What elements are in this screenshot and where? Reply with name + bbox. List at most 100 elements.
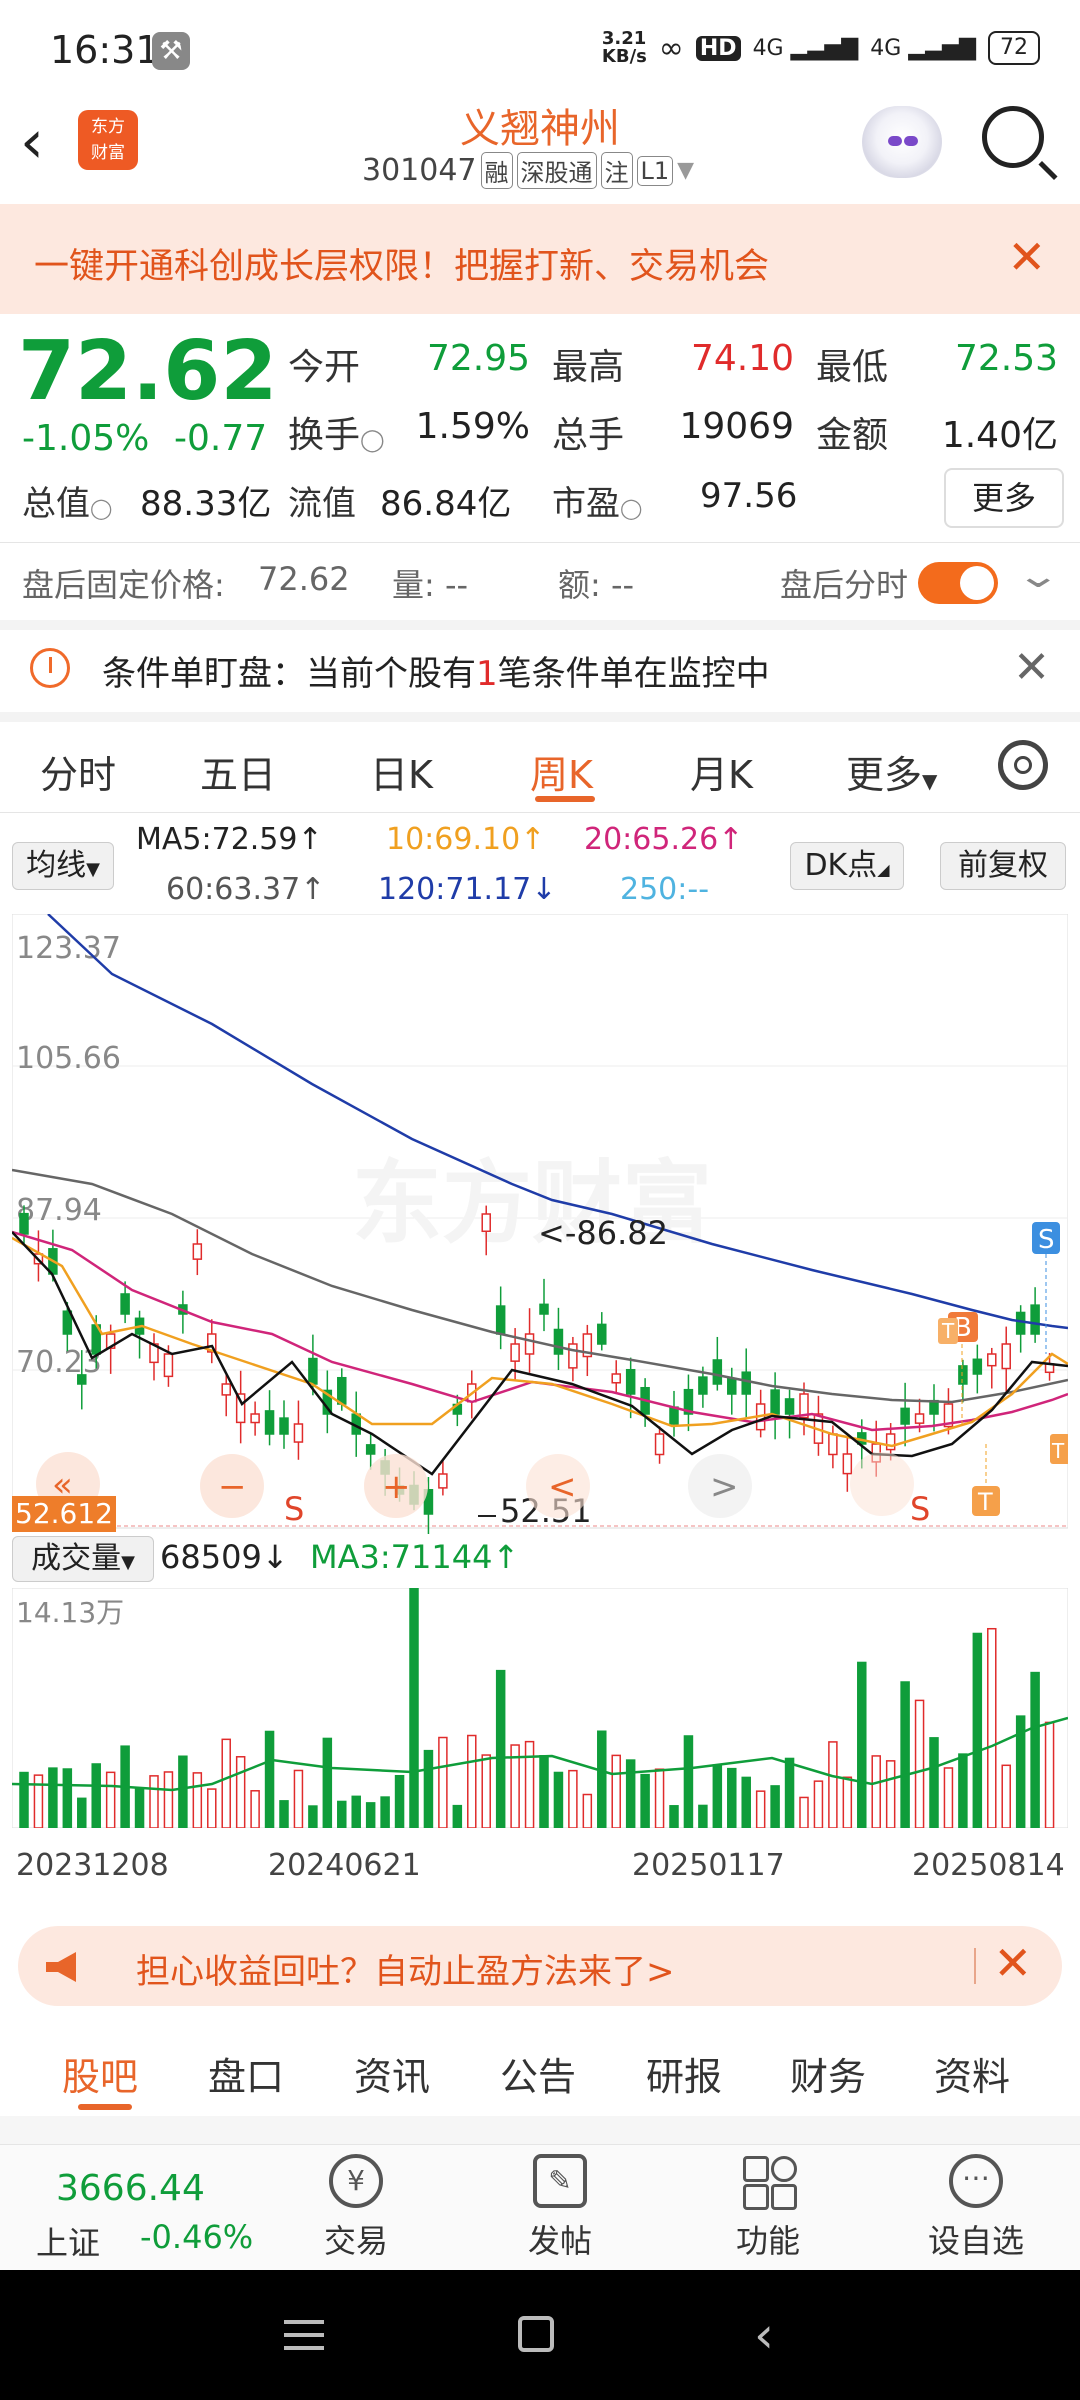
home-icon[interactable] <box>518 2316 554 2352</box>
volume-bar <box>784 1757 795 1828</box>
tab-daily-k[interactable]: 日K <box>370 744 433 799</box>
tab-more[interactable]: 更多▼ <box>846 744 937 799</box>
volume-bar <box>308 1805 318 1828</box>
volume-bar <box>264 1730 275 1828</box>
candle-body <box>192 1243 203 1260</box>
volume-bar <box>828 1741 838 1828</box>
tab-finance[interactable]: 财务 <box>790 2046 866 2101</box>
float-label: 流值 <box>288 484 356 524</box>
search-icon[interactable] <box>982 106 1044 168</box>
close-icon[interactable]: ✕ <box>1007 230 1046 284</box>
nav-add-watchlist[interactable]: ⋯ 设自选 <box>916 2154 1036 2262</box>
volume-bar <box>250 1790 260 1828</box>
marker-button[interactable] <box>850 1452 914 1516</box>
nav-trade[interactable]: ¥ 交易 <box>296 2154 416 2262</box>
gear-icon[interactable] <box>998 740 1048 790</box>
chevron-down-icon[interactable]: ⌄ <box>1015 556 1061 596</box>
volume-bar <box>770 1785 780 1828</box>
kline-chart[interactable]: 东方财富 123.37 105.66 87.94 70.23 <-86.82 5… <box>12 914 1068 1534</box>
adjust-select[interactable]: 前复权 <box>940 842 1066 890</box>
condition-text[interactable]: 条件单盯盘：当前个股有1笔条件单在监控中 <box>102 646 770 695</box>
tab-guba[interactable]: 股吧 <box>62 2046 138 2101</box>
candle-body <box>524 1333 535 1355</box>
candle-body <box>1030 1304 1040 1335</box>
ad-banner[interactable]: 担心收益回吐？自动止盈方法来了> ✕ <box>18 1926 1062 2006</box>
candle-body <box>842 1453 853 1475</box>
high-label: 最高 <box>552 347 625 388</box>
menu-icon[interactable] <box>284 2320 324 2350</box>
close-icon[interactable]: ✕ <box>993 1936 1032 1990</box>
candle-body <box>308 1357 318 1385</box>
svg-text:>: > <box>710 1467 739 1507</box>
volume-bar <box>987 1627 997 1828</box>
volume-bar <box>553 1771 564 1828</box>
index-value[interactable]: 3666.44 <box>56 2168 205 2209</box>
volume-bar <box>279 1800 289 1828</box>
more-button[interactable]: 更多 <box>944 468 1064 528</box>
volume-bar <box>900 1681 910 1828</box>
x-label-4: 20250814 <box>912 1848 1065 1883</box>
robot-avatar[interactable] <box>862 106 942 178</box>
candle-body <box>221 1383 231 1396</box>
volume-bar <box>48 1767 58 1828</box>
candle-body <box>958 1365 968 1385</box>
post-minute-toggle[interactable] <box>918 562 998 604</box>
stock-subline[interactable]: 301047 融 深股通 注 L1 ▼ <box>362 152 694 189</box>
clock: 16:31 <box>50 28 160 72</box>
active-tab-indicator <box>78 2104 132 2110</box>
ma10-value: 10:69.10↑ <box>386 822 546 857</box>
volume-bar <box>423 1749 434 1828</box>
nav-functions[interactable]: 功能 <box>708 2154 828 2262</box>
tab-notice[interactable]: 公告 <box>500 2046 576 2101</box>
volume-bar <box>351 1795 361 1828</box>
volume-bar <box>149 1775 159 1828</box>
spacer <box>0 620 1080 630</box>
candle-body <box>1015 1311 1026 1335</box>
open-label: 今开 <box>288 347 361 388</box>
volume-bar <box>640 1773 650 1828</box>
volume-bar <box>105 1771 116 1828</box>
nav-post[interactable]: ✎ 发帖 <box>500 2154 620 2262</box>
candle-body <box>77 1374 87 1385</box>
tab-pankou[interactable]: 盘口 <box>208 2046 284 2101</box>
tab-intraday[interactable]: 分时 <box>40 744 116 799</box>
volume-bar <box>813 1780 824 1828</box>
dk-point-select[interactable]: DK点◢ <box>790 842 904 890</box>
tab-news[interactable]: 资讯 <box>354 2046 430 2101</box>
volume-bar <box>755 1790 766 1828</box>
active-tab-indicator <box>535 796 595 802</box>
spacer <box>0 2116 1080 2144</box>
tab-research[interactable]: 研报 <box>646 2046 722 2101</box>
volume-bar <box>857 1661 867 1828</box>
ma-select[interactable]: 均线▼ <box>12 842 114 890</box>
volume-select[interactable]: 成交量▼ <box>12 1536 154 1582</box>
volume-bar <box>322 1737 333 1828</box>
tab-profile[interactable]: 资料 <box>934 2046 1010 2101</box>
megaphone-icon <box>46 1952 76 1982</box>
promo-banner[interactable]: 一键开通科创成长层权限！把握打新、交易机会 ✕ <box>0 204 1080 314</box>
index-name[interactable]: 上证 <box>36 2218 100 2264</box>
candle-body <box>539 1303 549 1315</box>
tab-five-day[interactable]: 五日 <box>200 744 276 799</box>
tab-monthly-k[interactable]: 月K <box>690 744 753 799</box>
volume-bar <box>62 1768 73 1828</box>
candle-body <box>553 1328 564 1355</box>
close-icon[interactable]: ✕ <box>1013 642 1050 693</box>
post-amt: 额: -- <box>558 566 635 604</box>
t-marker-1: T <box>941 1319 955 1343</box>
volume-bar <box>178 1755 188 1828</box>
system-nav-bar: ‹ <box>0 2270 1080 2400</box>
volume-value: 68509↓ <box>160 1538 289 1576</box>
candle-body <box>293 1423 304 1443</box>
candle-body <box>914 1413 925 1424</box>
volume-bar <box>929 1737 939 1828</box>
back-icon[interactable]: ‹ <box>754 2306 774 2364</box>
mcap-value: 88.33亿 <box>140 484 272 524</box>
ma3-value: MA3:71144↑ <box>310 1538 520 1576</box>
candle-body <box>741 1371 751 1395</box>
volume-bar <box>19 1771 29 1828</box>
index-pct[interactable]: -0.46% <box>140 2218 253 2256</box>
volume-bar <box>842 1776 853 1828</box>
volume-bar <box>467 1734 477 1828</box>
tab-weekly-k[interactable]: 周K <box>530 744 593 799</box>
